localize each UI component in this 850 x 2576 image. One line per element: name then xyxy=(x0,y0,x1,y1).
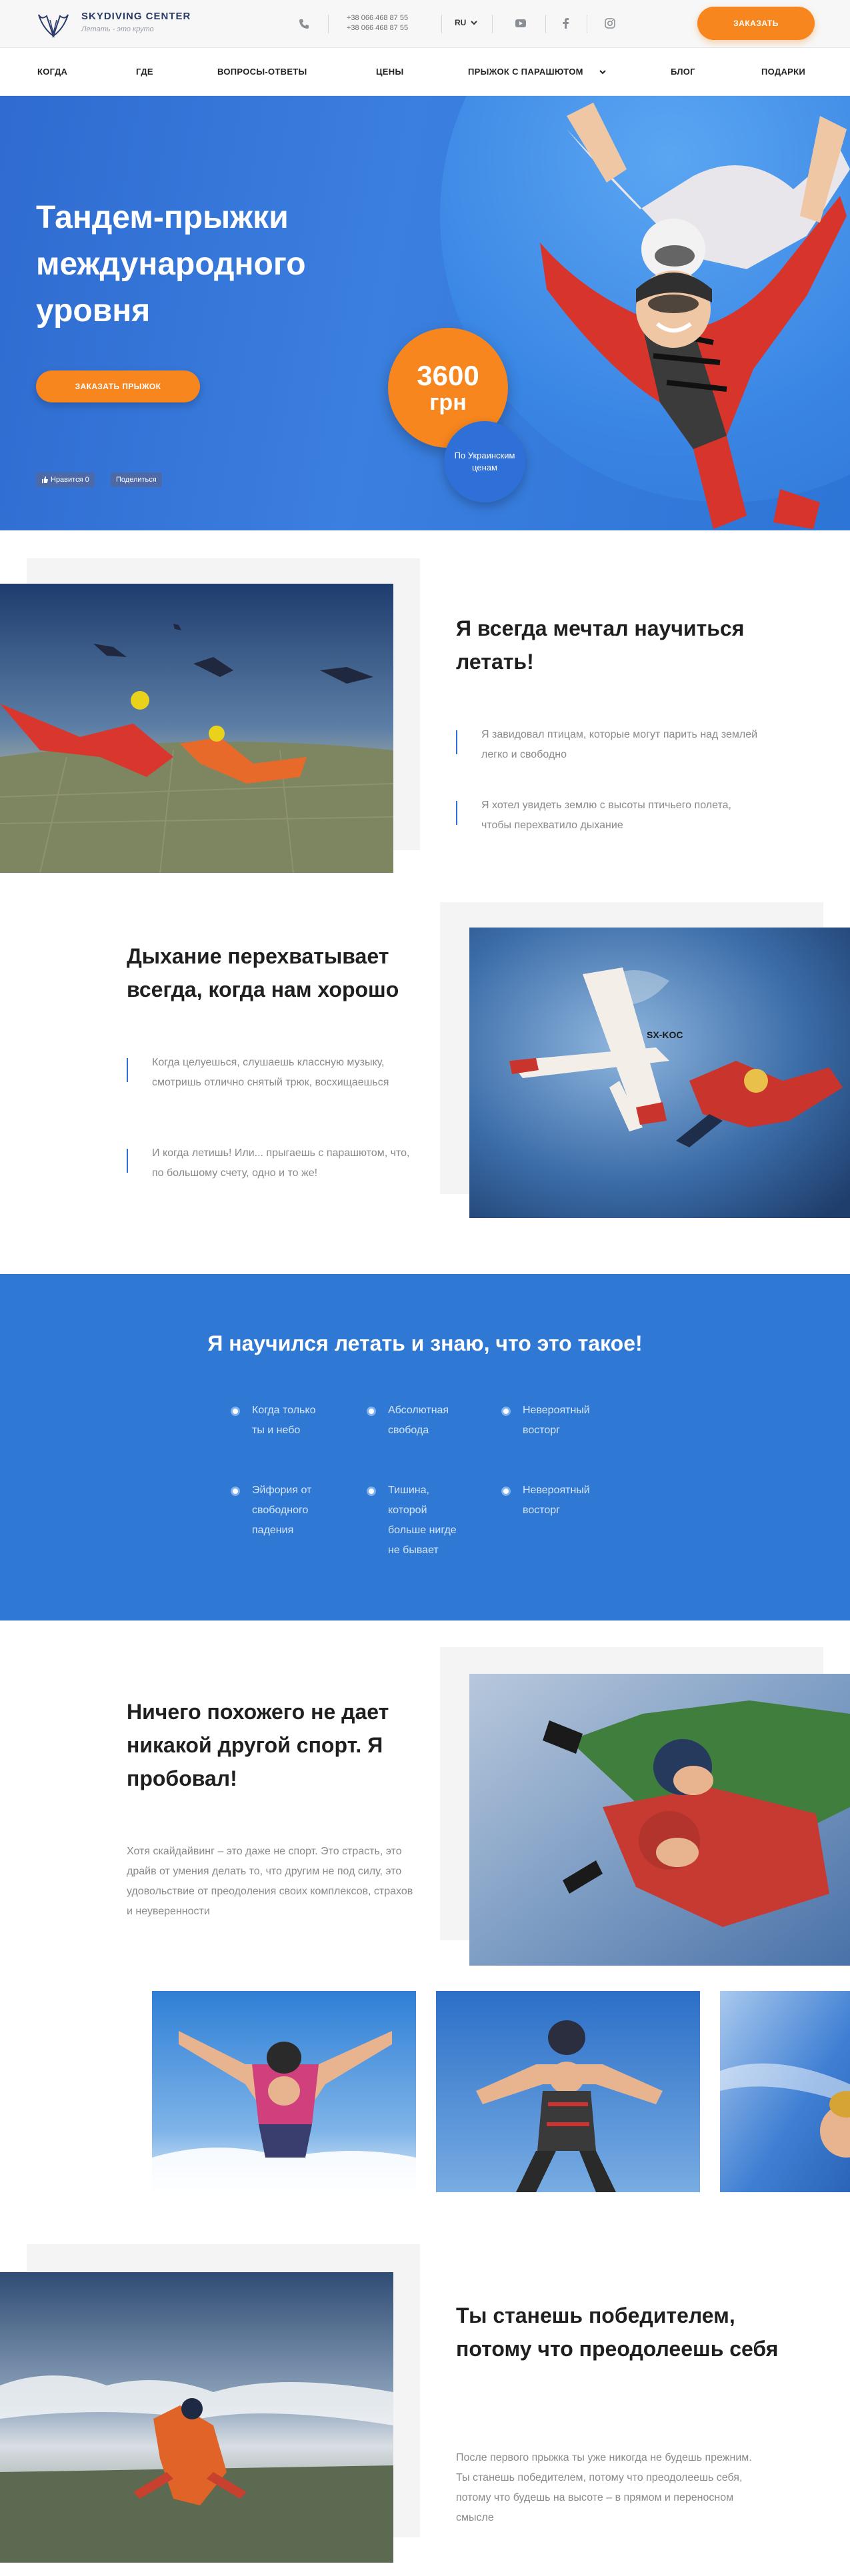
instagram-icon[interactable] xyxy=(603,16,617,31)
nav-item-where[interactable]: ГДЕ xyxy=(136,67,153,77)
divider xyxy=(328,15,329,33)
nav-item-blog[interactable]: БЛОГ xyxy=(671,67,695,77)
price-note-badge: По Украинским ценам xyxy=(444,421,525,502)
feature-text: Когда только ты и небо xyxy=(252,1405,316,1436)
tandem-closeup-photo xyxy=(469,1674,850,1966)
hero-tandem-photo xyxy=(540,103,850,529)
brand-tagline: Летать - это круто xyxy=(81,25,154,33)
plane-registration: SX-KOC xyxy=(647,1029,683,1040)
facebook-share-button[interactable]: Поделиться xyxy=(111,472,162,487)
section1-title: Я всегда мечтал научиться летать! xyxy=(456,616,745,674)
nav-item-faq[interactable]: ВОПРОСЫ-ОТВЕТЫ xyxy=(217,67,307,77)
nav-item-when[interactable]: КОГДА xyxy=(37,67,67,77)
facebook-icon[interactable] xyxy=(559,16,573,31)
gallery-photo-1[interactable] xyxy=(152,1991,416,2192)
section2-quote: Когда целуешься, слушаешь классную музык… xyxy=(127,1053,420,1093)
feature-item: Абсолютная свобода xyxy=(367,1401,467,1441)
feature-text: Невероятный восторг xyxy=(523,1405,590,1436)
phone-number[interactable]: +38 066 468 87 55 xyxy=(347,23,408,33)
thumbs-up-icon xyxy=(42,476,48,483)
feature-text: Невероятный восторг xyxy=(523,1485,590,1516)
chevron-down-icon[interactable] xyxy=(599,68,607,76)
book-jump-button[interactable]: ЗАКАЗАТЬ ПРЫЖОК xyxy=(36,370,200,402)
phone-number[interactable]: +38 066 468 87 55 xyxy=(347,13,408,23)
order-button[interactable]: ЗАКАЗАТЬ xyxy=(697,7,815,40)
feature-item: Эйфория от свободного падения xyxy=(231,1481,331,1541)
section1-quote: Я хотел увидеть землю с высоты птичьего … xyxy=(456,796,763,836)
bullet-icon xyxy=(501,1407,511,1416)
section2-title: Дыхание перехватывает всегда, когда нам … xyxy=(127,944,399,1001)
header: SKYDIVING CENTER Летать - это круто +38 … xyxy=(0,0,850,48)
divider xyxy=(492,15,493,33)
facebook-like-label: Нравится 0 xyxy=(51,476,89,484)
bullet-icon xyxy=(367,1487,376,1496)
hero-section: Тандем-прыжки международного уровня ЗАКА… xyxy=(0,96,850,530)
nav-item-gifts[interactable]: ПОДАРКИ xyxy=(761,67,805,77)
feature-item: Невероятный восторг xyxy=(501,1481,601,1521)
nav-item-prices[interactable]: ЦЕНЫ xyxy=(376,67,403,77)
bullet-icon xyxy=(367,1407,376,1416)
divider xyxy=(441,15,442,33)
language-selector[interactable]: RU xyxy=(455,18,466,27)
section4-text: После первого прыжка ты уже никогда не б… xyxy=(456,2452,752,2523)
feature-text: Тишина, которой больше нигде не бывает xyxy=(388,1485,457,1556)
features-title: Я научился летать и знаю, что это такое! xyxy=(207,1331,643,1355)
feature-text: Эйфория от свободного падения xyxy=(252,1485,312,1536)
bullet-icon xyxy=(231,1407,240,1416)
phone-icon xyxy=(299,19,309,29)
divider xyxy=(545,15,546,33)
brand-name[interactable]: SKYDIVING CENTER xyxy=(81,11,191,22)
nav-item-jump[interactable]: ПРЫЖОК С ПАРАШЮТОМ xyxy=(468,67,583,77)
price-value: 3600 xyxy=(417,360,479,391)
chevron-down-icon[interactable] xyxy=(470,19,478,27)
bullet-icon xyxy=(501,1487,511,1496)
hero-title: Тандем-прыжки международного уровня xyxy=(36,200,306,328)
formation-skydivers-photo xyxy=(0,584,393,873)
feature-item: Тишина, которой больше нигде не бывает xyxy=(367,1481,467,1561)
logo-wings-icon[interactable] xyxy=(36,9,71,39)
main-nav: КОГДА ГДЕ ВОПРОСЫ-ОТВЕТЫ ЦЕНЫ ПРЫЖОК С П… xyxy=(0,48,850,96)
gallery-photo-3[interactable] xyxy=(720,1991,850,2192)
features-section: Я научился летать и знаю, что это такое!… xyxy=(0,1274,850,1620)
plane-exit-photo: SX-KOC xyxy=(469,928,850,1218)
feature-item: Невероятный восторг xyxy=(501,1401,601,1441)
section3-title: Ничего похожего не дает никакой другой с… xyxy=(127,1700,389,1790)
price-currency: грн xyxy=(429,390,467,415)
section4-title: Ты станешь победителем, потому что преод… xyxy=(456,2303,779,2361)
youtube-icon[interactable] xyxy=(513,16,528,31)
bullet-icon xyxy=(231,1487,240,1496)
facebook-like-button[interactable]: Нравится 0 xyxy=(36,472,95,487)
section3-text: Хотя скайдайвинг – это даже не спорт. Эт… xyxy=(127,1846,413,1917)
section1-quote: Я завидовал птицам, которые могут парить… xyxy=(456,725,763,765)
section2-quote: И когда летишь! Или... прыгаешь с парашю… xyxy=(127,1143,420,1183)
feature-item: Когда только ты и небо xyxy=(231,1401,331,1441)
feature-text: Абсолютная свобода xyxy=(388,1405,449,1436)
solo-freefall-photo xyxy=(0,2272,393,2563)
phone-numbers[interactable]: +38 066 468 87 55 +38 066 468 87 55 xyxy=(347,13,408,33)
gallery-photo-2[interactable] xyxy=(436,1991,700,2192)
